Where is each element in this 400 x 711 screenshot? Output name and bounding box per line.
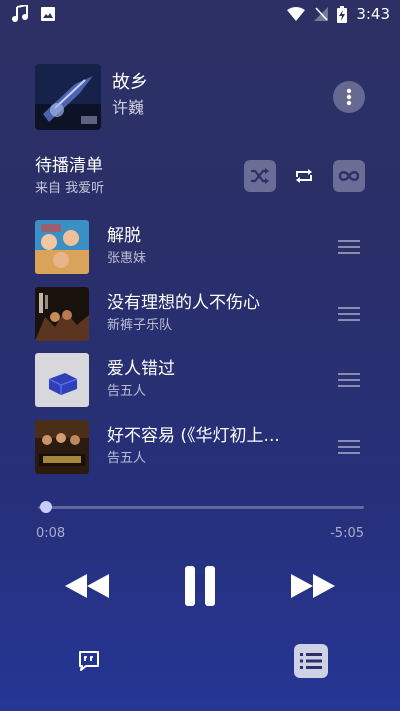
drag-handle-icon[interactable] (338, 238, 360, 256)
album-art (35, 420, 89, 474)
elapsed-time: 0:08 (36, 526, 66, 541)
wifi-icon (287, 7, 306, 21)
clock: 3:43 (356, 5, 390, 23)
more-options-button[interactable] (333, 81, 365, 113)
queue-title: 待播清单 (35, 156, 103, 176)
song-artist: 张惠妹 (107, 251, 147, 266)
rewind-icon (65, 574, 109, 598)
list-item[interactable]: 没有理想的人不伤心 新裤子乐队 (0, 287, 400, 351)
album-art (35, 220, 89, 274)
queue-list-button[interactable] (294, 644, 328, 678)
drag-handle-icon[interactable] (338, 438, 360, 456)
system-icons: 3:43 (287, 4, 390, 24)
drag-handle-icon[interactable] (338, 371, 360, 389)
lyrics-icon (79, 651, 99, 671)
song-artist: 告五人 (107, 451, 147, 466)
album-art (35, 287, 89, 341)
album-art (35, 353, 89, 407)
song-artist: 新裤子乐队 (107, 318, 173, 333)
more-vertical-icon (346, 88, 352, 106)
fast-forward-icon (291, 574, 335, 598)
shuffle-button[interactable] (244, 160, 276, 192)
repeat-icon (296, 169, 312, 183)
list-item[interactable]: 爱人错过 告五人 (0, 353, 400, 417)
status-bar: 3:43 (0, 0, 400, 28)
queue-source: 来自 我爱听 (35, 181, 105, 196)
progress-track[interactable] (38, 506, 364, 509)
infinite-icon (338, 171, 360, 181)
song-artist: 告五人 (107, 384, 147, 399)
queue-list-icon (300, 653, 322, 669)
now-playing-title: 故乡 (112, 72, 148, 93)
progress-thumb[interactable] (40, 501, 53, 513)
remaining-time: -5:05 (330, 526, 364, 541)
lyrics-button[interactable] (76, 648, 102, 674)
battery-charging-icon (337, 5, 348, 23)
image-icon (41, 7, 55, 21)
list-item[interactable]: 解脱 张惠妹 (0, 220, 400, 284)
song-title: 解脱 (107, 226, 141, 246)
song-title: 爱人错过 (107, 359, 175, 379)
pause-button[interactable] (180, 562, 220, 610)
list-item[interactable]: 好不容易 (《华灯初上... 告五人 (0, 420, 400, 484)
now-playing-artist: 许巍 (112, 98, 145, 117)
shuffle-icon (251, 168, 269, 184)
song-title: 好不容易 (《华灯初上... (107, 426, 280, 446)
repeat-button[interactable] (288, 160, 320, 192)
notification-icons (12, 5, 56, 23)
rewind-button[interactable] (62, 566, 112, 606)
pause-icon (185, 566, 215, 606)
no-signal-icon (314, 7, 329, 21)
drag-handle-icon[interactable] (338, 305, 360, 323)
fast-forward-button[interactable] (288, 566, 338, 606)
now-playing-album-art[interactable] (35, 64, 101, 130)
song-title: 没有理想的人不伤心 (107, 293, 260, 313)
music-note-icon (12, 5, 28, 22)
infinite-play-button[interactable] (333, 160, 365, 192)
